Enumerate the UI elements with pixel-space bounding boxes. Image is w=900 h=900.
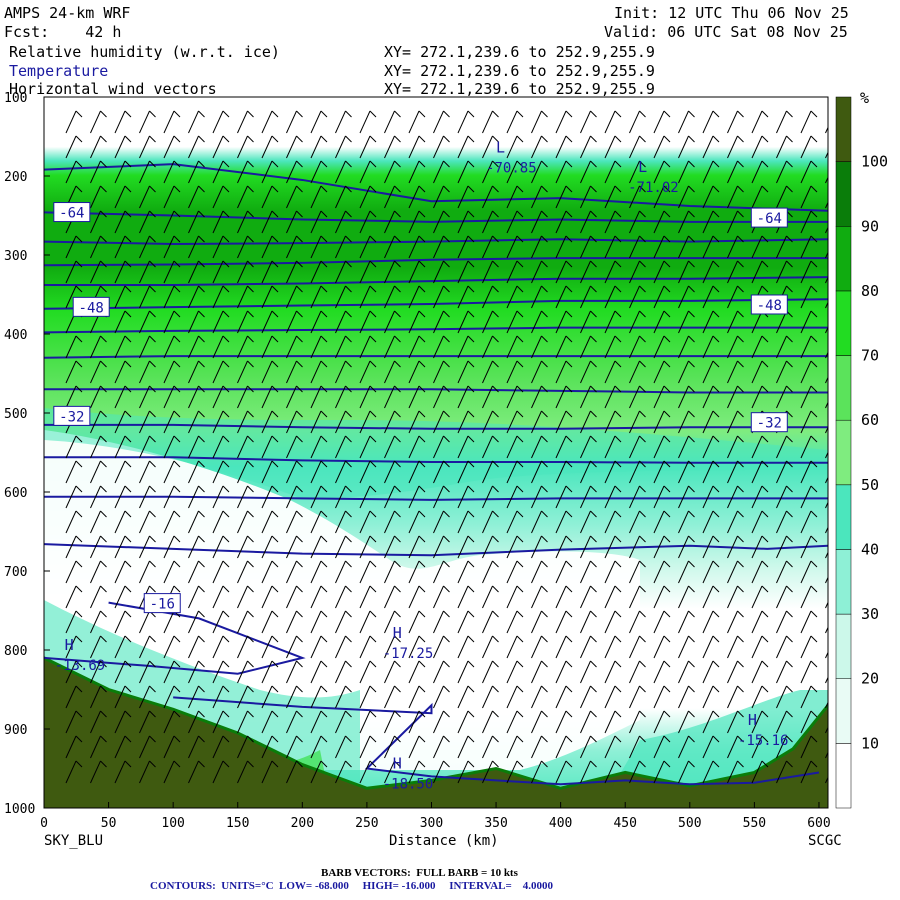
- extremum-letter: H: [748, 711, 757, 729]
- colorbar-swatch: [835, 743, 852, 809]
- x-tick-label: 350: [484, 816, 507, 831]
- colorbar-unit: %: [860, 89, 869, 107]
- colorbar-swatch: [835, 161, 852, 227]
- y-tick-label: 100: [4, 91, 27, 106]
- x-tick-label: 550: [743, 816, 766, 831]
- extremum-value: -13.69: [55, 658, 106, 674]
- cross-section-chart: 100 200 300 400 500 600 700 800 900 1000 0 50 100 15…: [4, 89, 888, 831]
- x-tick-label: 500: [678, 816, 701, 831]
- y-tick-label: 800: [4, 644, 27, 659]
- extremum-letter: H: [393, 755, 402, 773]
- left-endpoint-label: SKY_BLU: [44, 833, 104, 849]
- contour-legend: CONTOURS: UNITS=°C LOW= -68.000 HIGH= -1…: [150, 880, 554, 892]
- colorbar-label: 70: [861, 347, 879, 365]
- extremum-letter: L: [496, 138, 505, 156]
- colorbar-swatch: [835, 549, 852, 615]
- contour-label: -64: [59, 206, 84, 222]
- x-tick-label: 150: [226, 816, 249, 831]
- colorbar-swatch: [835, 613, 852, 679]
- colorbar-swatch: [835, 484, 852, 550]
- colorbar-label: 100: [861, 153, 888, 171]
- colorbar-swatch: [835, 96, 852, 162]
- colorbar-swatch: [835, 355, 852, 421]
- y-tick-label: 500: [4, 407, 27, 422]
- extremum-value: -17.25: [383, 646, 434, 662]
- pressure-axis: 100 200 300 400 500 600 700 800 900 1000: [4, 91, 50, 817]
- colorbar-label: 80: [861, 282, 879, 300]
- contour-label: -48: [79, 300, 104, 316]
- right-endpoint-label: SCGC: [808, 833, 842, 849]
- extremum-letter: H: [393, 624, 402, 642]
- y-tick-label: 600: [4, 486, 27, 501]
- y-tick-label: 200: [4, 170, 27, 185]
- colorbar-label: 30: [861, 605, 879, 623]
- extremum-letter: H: [65, 636, 74, 654]
- x-tick-label: 200: [291, 816, 314, 831]
- extremum-value: -71.02: [628, 180, 679, 196]
- extremum-value: -70.85: [486, 160, 537, 176]
- x-tick-label: 300: [420, 816, 443, 831]
- colorbar-label: 20: [861, 670, 879, 688]
- colorbar: 10 20 30 40 50 60 70 80 90 100%: [835, 89, 888, 809]
- colorbar-swatch: [835, 678, 852, 744]
- colorbar-label: 90: [861, 217, 879, 235]
- colorbar-label: 50: [861, 476, 879, 494]
- x-tick-label: 400: [549, 816, 572, 831]
- contour-label: -16: [150, 597, 175, 613]
- x-tick-label: 450: [613, 816, 636, 831]
- contour-label: -32: [757, 416, 782, 432]
- contour-label: -48: [757, 298, 782, 314]
- colorbar-label: 60: [861, 411, 879, 429]
- extremum-letter: L: [638, 158, 647, 176]
- colorbar-label: 10: [861, 734, 879, 752]
- y-tick-label: 700: [4, 565, 27, 580]
- y-tick-label: 300: [4, 249, 27, 264]
- x-tick-label: 250: [355, 816, 378, 831]
- colorbar-label: 40: [861, 540, 879, 558]
- x-tick-label: 600: [807, 816, 830, 831]
- x-axis-label: Distance (km): [389, 833, 499, 849]
- x-tick-label: 100: [161, 816, 184, 831]
- colorbar-swatch: [835, 419, 852, 486]
- y-tick-label: 1000: [4, 802, 35, 817]
- x-tick-label: 0: [40, 816, 48, 831]
- extremum-value: -18.50: [383, 777, 434, 793]
- barb-legend: BARB VECTORS: FULL BARB = 10 kts: [321, 867, 518, 879]
- y-tick-label: 400: [4, 328, 27, 343]
- contour-label: -64: [757, 211, 782, 227]
- extremum-value: -15.16: [738, 733, 789, 749]
- colorbar-swatch: [835, 290, 852, 356]
- x-tick-label: 50: [101, 816, 117, 831]
- y-tick-label: 900: [4, 723, 27, 738]
- contour-label: -32: [59, 409, 84, 425]
- colorbar-swatch: [835, 226, 852, 292]
